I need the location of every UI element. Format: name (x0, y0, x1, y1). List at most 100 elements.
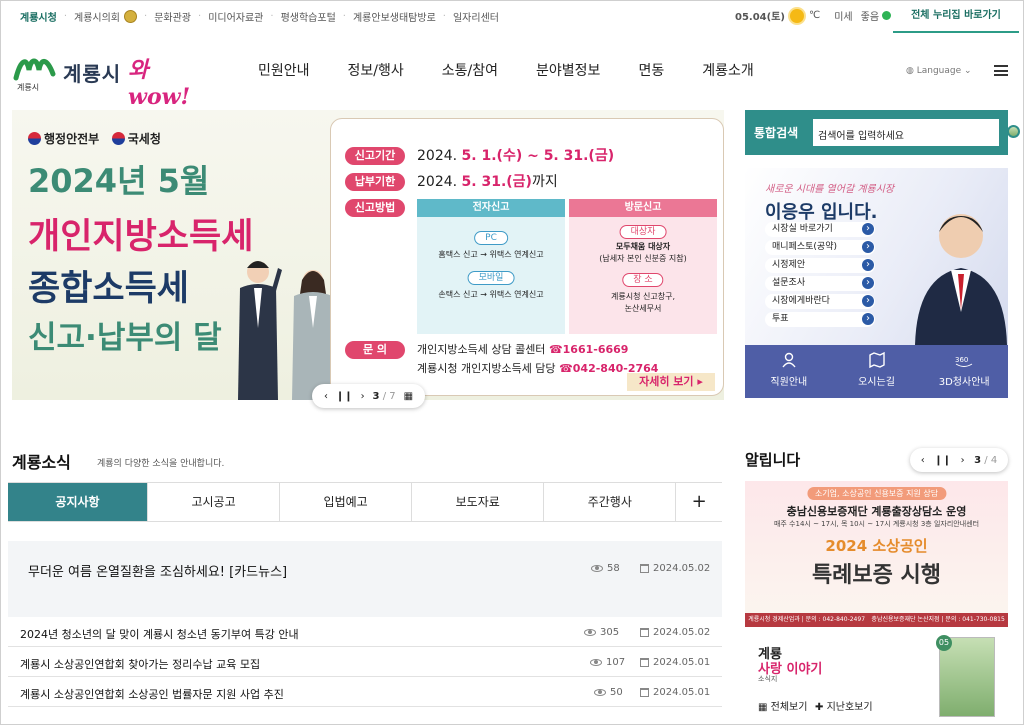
due-pre: 2024. (417, 174, 458, 190)
tab-weekly[interactable]: 주간행사 (544, 483, 677, 521)
banner-left: 행정안전부 국세청 2024년 5월 개인지방소득세 종합소득세 신고·납부의 … (12, 110, 334, 400)
site-link-trail[interactable]: 계룡안보생태탐방로 (353, 9, 436, 24)
poster-big: 특례보증 시행 (811, 563, 942, 588)
notice-page-total: / 4 (984, 454, 998, 466)
temp-unit: ℃ (808, 10, 821, 21)
site-link-media[interactable]: 미디어자료관 (208, 9, 263, 24)
poster-year: 2024 소상공인 (825, 537, 928, 555)
mayor-link[interactable]: 시장실 바로가기 (765, 222, 875, 237)
site-link-learning[interactable]: 평생학습포털 (281, 9, 336, 24)
date-value: 2024.05.02 (653, 627, 711, 638)
main-banner[interactable]: 행정안전부 국세청 2024년 5월 개인지방소득세 종합소득세 신고·납부의 … (12, 110, 724, 400)
weather-widget: 05.04(토) ℃ 미세 좋음 (735, 8, 892, 23)
poster-schedule: 매주 수14시 ~ 17시, 목 10시 ~ 17시 계룡시청 3층 일자리안내… (773, 520, 980, 528)
logo-sub: 계룡시 (17, 83, 40, 92)
nav-about[interactable]: 계룡소개 (702, 60, 754, 80)
directions[interactable]: 오시는길 (833, 345, 921, 398)
mayor-link[interactable]: 시정제안 (765, 258, 875, 273)
list-item[interactable]: 계룡시 소상공인연합회 찾아가는 정리수납 교육 모집 107 2024.05.… (8, 647, 722, 677)
pause-icon[interactable]: ❙❙ (934, 455, 951, 466)
pause-icon[interactable]: ❙❙ (336, 391, 353, 402)
search-input[interactable]: 검색어를 입력하세요 (813, 119, 1020, 146)
svg-text:360: 360 (955, 356, 968, 364)
site-logo[interactable]: 계룡시 계룡시 와wow! (13, 52, 198, 110)
visit-filing-column: 방문신고 대상자 모두채움 대상자 (납세자 본인 신분증 지참) 장 소 계룡… (569, 199, 717, 334)
mayor-name: 이응우 입니다. (765, 202, 878, 223)
prev-icon[interactable]: ‹ (324, 391, 328, 402)
notice-poster[interactable]: 소기업, 소상공인 신용보증 지원 상담 충남신용보증재단 계룡출장상담소 운영… (745, 481, 1008, 627)
smile-icon (882, 11, 892, 20)
poster-pill: 소기업, 소상공인 신용보증 지원 상담 (806, 487, 947, 500)
target-line-b: (납세자 본인 신분증 지참) (599, 254, 687, 263)
mayor-link[interactable]: 투표 (765, 312, 875, 327)
ministry-2: 국세청 (127, 132, 161, 146)
site-links: 계룡시청 · 계룡시의회 · 문화관광 · 미디어자료관 · 평생학습포털 · 계룡안보생… (20, 9, 499, 24)
plus-icon: ✚ (815, 702, 827, 713)
next-icon[interactable]: › (961, 455, 965, 466)
mobile-line: 손택스 신고 → 위택스 연계신고 (438, 290, 544, 299)
grid-icon[interactable]: ▦ (404, 391, 413, 402)
more-button[interactable]: 자세히 보기 ▸ (627, 373, 715, 391)
taegeuk-icon (28, 132, 41, 145)
council-seal-icon (124, 10, 137, 23)
period-pre: 2024. (417, 148, 458, 164)
logo-name: 계룡시 (63, 62, 122, 86)
main-nav: 민원안내 정보/행사 소통/참여 분야별정보 면동 계룡소개 (258, 60, 792, 80)
site-link-jobs[interactable]: 일자리센터 (453, 9, 499, 24)
prev-icon[interactable]: ‹ (921, 455, 925, 466)
contact1-num: ☎1661-6669 (548, 343, 629, 356)
all-sites-link[interactable]: 전체 누리집 바로가기 (893, 0, 1019, 33)
nav-field[interactable]: 분야별정보 (536, 60, 600, 80)
search-icon[interactable] (1007, 125, 1020, 138)
mayor-slogan: 새로운 시대를 열어갈 계룡시장 (765, 184, 895, 195)
nav-civil[interactable]: 민원안내 (258, 60, 310, 80)
tab-press[interactable]: 보도자료 (412, 483, 545, 521)
list-item[interactable]: 계룡시 소상공인연합회 소상공인 법률자문 지원 사업 추진 50 2024.0… (8, 677, 722, 707)
featured-title: 무더운 여름 온열질환을 조심하세요! [카드뉴스] (28, 565, 288, 580)
pc-tag: PC (474, 231, 508, 245)
nav-info[interactable]: 정보/행사 (348, 60, 404, 80)
model-man-image (238, 261, 282, 400)
mayor-link[interactable]: 매니페스토(공약) (765, 240, 875, 255)
e-filing-column: 전자신고 PC 홈택스 신고 → 위택스 연계신고 모바일 손택스 신고 → 위… (417, 199, 565, 334)
more-news-button[interactable]: + (676, 483, 722, 521)
3d-tour-label: 3D청사안내 (938, 377, 990, 388)
site-link-cityhall[interactable]: 계룡시청 (20, 9, 57, 24)
mayor-link[interactable]: 설문조사 (765, 276, 875, 291)
staff-guide[interactable]: 직원안내 (745, 345, 833, 398)
view-all-link[interactable]: ▦ 전체보기 (758, 698, 807, 713)
eye-icon (584, 628, 596, 636)
date-value: 2024.05.01 (653, 687, 711, 698)
col1-title: 전자신고 (417, 199, 565, 217)
dust-status: 좋음 (860, 12, 880, 23)
list-item[interactable]: 2024년 청소년의 달 맞이 계룡시 청소년 동기부여 특강 안내 305 2… (8, 617, 722, 647)
banner-page: 3 / 7 (373, 391, 396, 402)
period-value: 5. 1.(수) ~ 5. 31.(금) (461, 148, 615, 164)
nav-comm[interactable]: 소통/참여 (442, 60, 498, 80)
featured-news[interactable]: 무더운 여름 온열질환을 조심하세요! [카드뉴스] 58 2024.05.02 (8, 541, 722, 617)
banner-title-2: 개인지방소득세 (28, 217, 254, 257)
item-title: 계룡시 소상공인연합회 소상공인 법률자문 지원 사업 추진 (20, 688, 284, 701)
nav-dong[interactable]: 면동 (638, 60, 664, 80)
past-issues-link[interactable]: ✚ 지난호보기 (815, 698, 873, 713)
banner-page-current: 3 (372, 390, 380, 402)
views: 50 (594, 687, 623, 698)
target-tag: 대상자 (619, 225, 667, 239)
mayor-link[interactable]: 시장에게바란다 (765, 294, 875, 309)
language-select[interactable]: ◍ Language ⌄ (906, 66, 972, 76)
tab-legislation[interactable]: 입법예고 (280, 483, 413, 521)
place-line-b: 논산세무서 (624, 304, 662, 313)
notice-pager: ‹ ❙❙ › 3 / 4 (910, 448, 1008, 472)
tab-announcement[interactable]: 고시공고 (148, 483, 281, 521)
menu-icon[interactable] (994, 65, 1008, 76)
mayor-quick-links: 직원안내 오시는길 360 3D청사안내 (745, 345, 1008, 398)
3d-tour[interactable]: 360 3D청사안내 (920, 345, 1008, 398)
tab-notice[interactable]: 공지사항 (8, 483, 149, 521)
site-link-council[interactable]: 계룡시의회 (74, 9, 120, 24)
eye-icon (591, 564, 603, 572)
newsletter-cover[interactable]: 05 (936, 635, 995, 717)
date-value: 2024.05.02 (653, 563, 711, 574)
site-link-tourism[interactable]: 문화관광 (154, 9, 191, 24)
next-icon[interactable]: › (361, 391, 365, 402)
calendar-icon (640, 563, 649, 573)
